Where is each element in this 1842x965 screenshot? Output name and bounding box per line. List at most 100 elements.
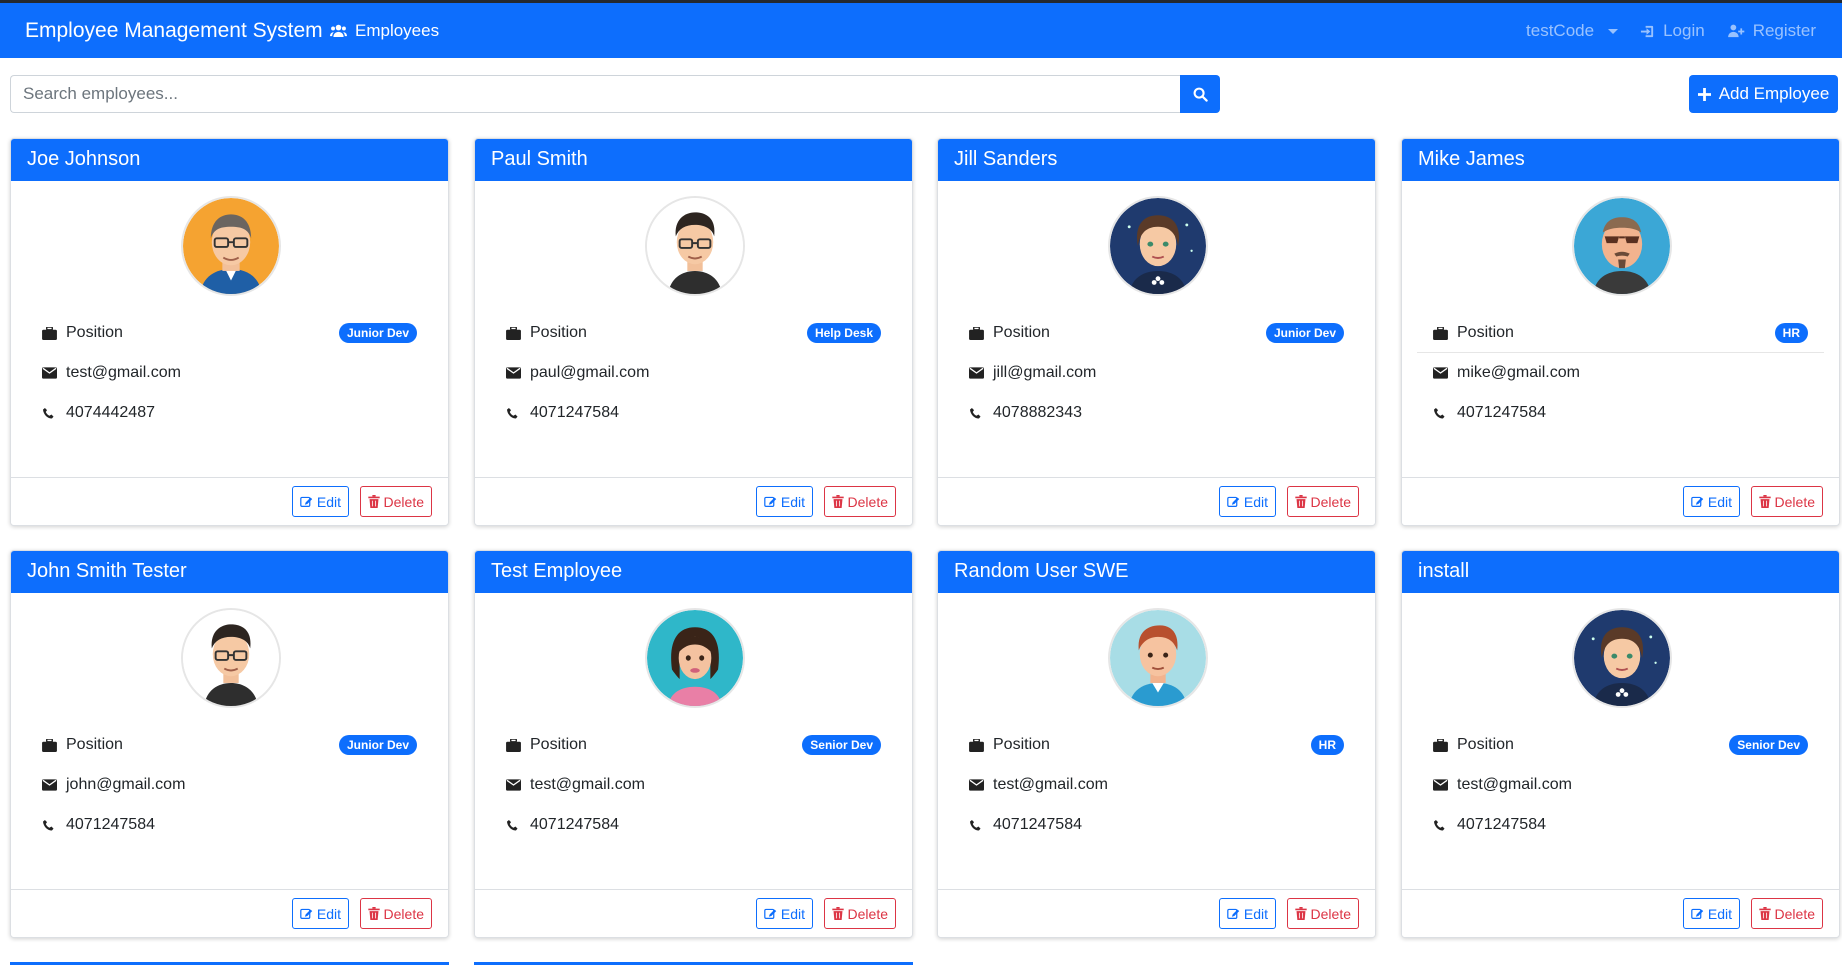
phone-icon: [969, 407, 985, 420]
edit-label: Edit: [316, 493, 341, 510]
phone-icon: [42, 819, 58, 832]
search-button[interactable]: [1180, 75, 1220, 113]
employee-phone: 4071247584: [66, 816, 155, 833]
add-employee-button[interactable]: Add Employee: [1689, 75, 1838, 113]
woman-avatar-icon: [1574, 610, 1670, 706]
register-link[interactable]: Register: [1727, 21, 1816, 41]
phone-row: 4071247584: [969, 813, 1344, 837]
role-badge: Junior Dev: [1265, 323, 1344, 343]
position-row: Position Senior Dev: [1433, 733, 1808, 757]
envelope-icon: [1433, 367, 1449, 379]
employee-email: test@gmail.com: [66, 364, 181, 381]
delete-button[interactable]: Delete: [823, 898, 896, 929]
login-link[interactable]: Login: [1640, 21, 1705, 41]
edit-button[interactable]: Edit: [291, 898, 349, 929]
man-glasses-avatar-icon: [647, 198, 743, 294]
briefcase-icon: [42, 738, 58, 752]
email-row: john@gmail.com: [42, 773, 417, 797]
phone-icon: [969, 819, 985, 832]
edit-label: Edit: [780, 493, 805, 510]
edit-label: Edit: [1243, 493, 1268, 510]
delete-button[interactable]: Delete: [1286, 898, 1359, 929]
edit-label: Edit: [316, 905, 341, 922]
card-footer: Edit Delete: [11, 477, 448, 525]
email-row: paul@gmail.com: [506, 361, 881, 385]
card-footer: Edit Delete: [11, 889, 448, 937]
edit-label: Edit: [1707, 905, 1732, 922]
edit-button[interactable]: Edit: [755, 486, 813, 517]
position-row: Position Junior Dev: [969, 321, 1344, 345]
employee-email: john@gmail.com: [66, 776, 186, 793]
email-row: mike@gmail.com: [1433, 361, 1808, 385]
card-footer: Edit Delete: [475, 477, 912, 525]
edit-button[interactable]: Edit: [1218, 486, 1276, 517]
position-label: Position: [993, 324, 1050, 341]
edit-button[interactable]: Edit: [291, 486, 349, 517]
role-badge: Junior Dev: [338, 323, 417, 343]
card-footer: Edit Delete: [475, 889, 912, 937]
edit-button[interactable]: Edit: [1682, 486, 1740, 517]
user-menu-dropdown[interactable]: testCode: [1526, 21, 1619, 41]
phone-row: 4071247584: [506, 813, 881, 837]
sign-in-icon: [1641, 25, 1654, 37]
trash-icon: [831, 907, 844, 920]
edit-button[interactable]: Edit: [1682, 898, 1740, 929]
delete-button[interactable]: Delete: [359, 486, 432, 517]
position-label: Position: [530, 324, 587, 341]
brand-title[interactable]: Employee Management System: [25, 19, 323, 43]
employee-avatar: [645, 196, 745, 296]
trash-icon: [367, 907, 380, 920]
position-label: Position: [66, 736, 123, 753]
employee-email: test@gmail.com: [1457, 776, 1572, 793]
phone-row: 4074442487: [42, 401, 417, 425]
edit-icon: [300, 908, 313, 919]
employee-card: Jill Sanders Position Junior Dev jill@gm…: [937, 138, 1376, 526]
nav-employees-link[interactable]: Employees: [330, 21, 439, 41]
delete-button[interactable]: Delete: [1750, 486, 1823, 517]
employee-card: Paul Smith Position Help Desk paul@gmail…: [474, 138, 913, 526]
employee-email: jill@gmail.com: [993, 364, 1097, 381]
search-input[interactable]: [10, 75, 1180, 113]
email-row: test@gmail.com: [1433, 773, 1808, 797]
email-row: test@gmail.com: [969, 773, 1344, 797]
role-badge: HR: [1310, 735, 1344, 755]
position-label: Position: [66, 324, 123, 341]
edit-icon: [764, 496, 777, 507]
position-label: Position: [1457, 324, 1514, 341]
employee-name: Random User SWE: [938, 551, 1375, 593]
delete-button[interactable]: Delete: [1286, 486, 1359, 517]
employee-email: paul@gmail.com: [530, 364, 650, 381]
employee-phone: 4071247584: [1457, 816, 1546, 833]
employee-avatar: [1108, 608, 1208, 708]
add-employee-label: Add Employee: [1718, 84, 1830, 103]
delete-button[interactable]: Delete: [359, 898, 432, 929]
envelope-icon: [42, 367, 58, 379]
register-label: Register: [1752, 21, 1816, 40]
trash-icon: [1758, 495, 1771, 508]
top-navbar: Employee Management System Employees tes…: [0, 0, 1842, 58]
employee-phone: 4078882343: [993, 404, 1082, 421]
position-row: Position HR: [969, 733, 1344, 757]
role-badge: Help Desk: [806, 323, 881, 343]
envelope-icon: [969, 367, 985, 379]
man-glasses-avatar-icon: [183, 198, 279, 294]
delete-button[interactable]: Delete: [823, 486, 896, 517]
delete-label: Delete: [1774, 493, 1815, 510]
phone-icon: [506, 819, 522, 832]
edit-icon: [1691, 908, 1704, 919]
briefcase-icon: [1433, 326, 1449, 340]
search-bar: [10, 75, 1220, 113]
edit-button[interactable]: Edit: [755, 898, 813, 929]
trash-icon: [831, 495, 844, 508]
employee-card: Mike James Position HR mike@gmail.com 40…: [1401, 138, 1840, 526]
phone-row: 4071247584: [1433, 401, 1808, 425]
employee-avatar: [1572, 196, 1672, 296]
phone-row: 4071247584: [42, 813, 417, 837]
employee-name: Jill Sanders: [938, 139, 1375, 181]
delete-button[interactable]: Delete: [1750, 898, 1823, 929]
employee-name: Test Employee: [475, 551, 912, 593]
phone-icon: [506, 407, 522, 420]
edit-button[interactable]: Edit: [1218, 898, 1276, 929]
envelope-icon: [506, 367, 522, 379]
employee-avatar: [1572, 608, 1672, 708]
